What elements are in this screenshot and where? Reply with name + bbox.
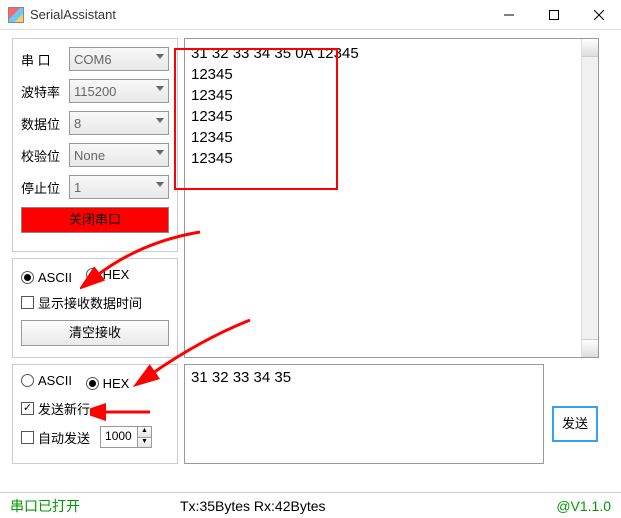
stopbits-combo[interactable]: 1: [69, 175, 169, 199]
chevron-down-icon: [156, 54, 164, 59]
window-title: SerialAssistant: [30, 7, 116, 22]
databits-combo[interactable]: 8: [69, 111, 169, 135]
tx-hex-radio[interactable]: HEX: [86, 376, 130, 391]
auto-send-checkbox[interactable]: 自动发送: [21, 428, 90, 447]
rx-line: 12345: [191, 148, 592, 169]
chevron-down-icon: [156, 118, 164, 123]
baud-label: 波特率: [21, 82, 69, 101]
parity-combo[interactable]: None: [69, 143, 169, 167]
rx-line: 12345: [191, 106, 592, 127]
rx-line: 12345: [191, 85, 592, 106]
app-icon: [8, 7, 24, 23]
spin-up-icon[interactable]: ▲: [137, 427, 151, 438]
show-time-checkbox[interactable]: 显示接收数据时间: [21, 293, 142, 312]
rx-ascii-radio[interactable]: ASCII: [21, 270, 72, 285]
send-button[interactable]: 发送: [552, 406, 598, 442]
version-label: @V1.1.0: [556, 498, 611, 514]
tx-ascii-radio[interactable]: ASCII: [21, 373, 72, 388]
tx-textarea[interactable]: 31 32 33 34 35: [184, 364, 544, 464]
close-window-button[interactable]: [576, 1, 621, 29]
rx-textarea[interactable]: 31 32 33 34 35 0A 12345 12345 12345 1234…: [184, 38, 599, 358]
rx-hex-radio[interactable]: HEX: [86, 267, 130, 282]
stopbits-label: 停止位: [21, 178, 69, 197]
clear-rx-button[interactable]: 清空接收: [21, 320, 169, 346]
send-newline-checkbox[interactable]: 发送新行: [21, 399, 90, 418]
maximize-button[interactable]: [531, 1, 576, 29]
close-port-button[interactable]: 关闭串口: [21, 207, 169, 233]
port-label: 串 口: [21, 50, 69, 69]
title-bar: SerialAssistant: [0, 0, 621, 30]
rx-options-group: ASCII HEX 显示接收数据时间 清空接收: [12, 258, 178, 358]
baud-combo[interactable]: 115200: [69, 79, 169, 103]
databits-label: 数据位: [21, 114, 69, 133]
scrollbar-vertical[interactable]: [581, 39, 598, 357]
parity-label: 校验位: [21, 146, 69, 165]
chevron-down-icon: [156, 86, 164, 91]
chevron-down-icon: [156, 150, 164, 155]
status-bar: 串口已打开 Tx:35Bytes Rx:42Bytes @V1.1.0: [0, 492, 621, 518]
auto-send-interval[interactable]: 1000 ▲▼: [100, 426, 152, 448]
byte-counter: Tx:35Bytes Rx:42Bytes: [180, 498, 556, 514]
chevron-down-icon: [156, 182, 164, 187]
rx-line: 31 32 33 34 35 0A 12345: [191, 43, 592, 64]
port-status: 串口已打开: [10, 496, 180, 516]
minimize-button[interactable]: [486, 1, 531, 29]
serial-settings-group: 串 口 COM6 波特率 115200 数据位 8 校验位 None 停止位 1…: [12, 38, 178, 252]
tx-options-group: ASCII HEX 发送新行 自动发送 1000 ▲▼: [12, 364, 178, 464]
port-combo[interactable]: COM6: [69, 47, 169, 71]
rx-line: 12345: [191, 64, 592, 85]
rx-line: 12345: [191, 127, 592, 148]
spin-down-icon[interactable]: ▼: [137, 438, 151, 448]
